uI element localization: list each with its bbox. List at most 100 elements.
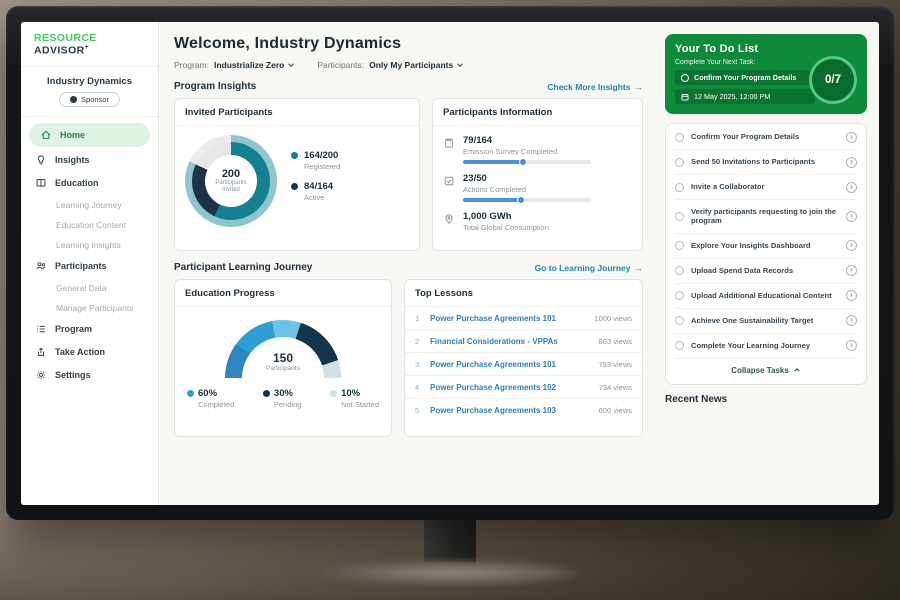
task-row-verify-participants[interactable]: Verify participants requesting to join t…	[675, 200, 857, 234]
not-started-dot-icon	[330, 390, 337, 397]
checkbox-icon[interactable]	[675, 241, 684, 250]
sponsor-badge[interactable]: Sponsor	[59, 92, 120, 107]
sidebar-item-label: Insights	[55, 155, 90, 165]
checkbox-icon[interactable]	[675, 212, 684, 221]
sidebar-item-education[interactable]: Education	[21, 172, 158, 195]
chevron-right-icon[interactable]: ›	[846, 157, 857, 168]
main-content: Welcome, Industry Dynamics Program: Indu…	[159, 22, 655, 505]
lesson-link[interactable]: Power Purchase Agreements 102	[430, 383, 592, 392]
sidebar-item-label: Learning Insights	[56, 240, 121, 250]
sidebar-item-education-content[interactable]: Education Content	[21, 215, 158, 235]
participants-filter-select[interactable]: Only My Participants	[369, 60, 464, 70]
sidebar-item-label: Program	[55, 324, 92, 334]
home-icon	[40, 129, 52, 141]
checkbox-icon[interactable]	[675, 158, 684, 167]
chevron-right-icon[interactable]: ›	[846, 240, 857, 251]
todo-title: Your To Do List	[675, 43, 857, 55]
checkbox-icon[interactable]	[681, 74, 689, 82]
learning-journey-head: Participant Learning Journey Go to Learn…	[174, 262, 643, 273]
sidebar-nav: Home Insights Education Learning Journey	[21, 123, 158, 387]
sidebar-item-learning-journey[interactable]: Learning Journey	[21, 195, 158, 215]
participants-information-title: Participants Information	[433, 99, 642, 126]
go-to-learning-journey-link[interactable]: Go to Learning Journey →	[535, 263, 643, 273]
list-icon	[35, 323, 47, 335]
collapse-tasks-button[interactable]: Collapse Tasks	[675, 359, 857, 383]
invited-legend: 164/200 Registered 84/164 Active	[291, 150, 340, 212]
task-row-invite-collaborator[interactable]: Invite a Collaborator ›	[675, 175, 857, 200]
chevron-right-icon[interactable]: ›	[846, 132, 857, 143]
checkbox-icon[interactable]	[675, 291, 684, 300]
chevron-right-icon[interactable]: ›	[846, 290, 857, 301]
chevron-right-icon[interactable]: ›	[846, 265, 857, 276]
education-progress-card: Education Progress 150 Participants	[174, 279, 392, 437]
checkbox-icon[interactable]	[675, 341, 684, 350]
invited-participants-title: Invited Participants	[175, 99, 419, 126]
registered-dot-icon	[291, 152, 298, 159]
top-lessons-card: Top Lessons 1 Power Purchase Agreements …	[404, 279, 643, 437]
scene-background: RESOURCE ADVISOR+ Industry Dynamics Spon…	[0, 0, 900, 600]
checkbox-icon[interactable]	[675, 183, 684, 192]
org-name: Industry Dynamics	[21, 76, 158, 87]
invited-center-label: Participants Invited	[211, 180, 251, 195]
org-section: Industry Dynamics Sponsor	[21, 67, 158, 117]
task-row-complete-learning-journey[interactable]: Complete Your Learning Journey ›	[675, 334, 857, 359]
sidebar-item-settings[interactable]: Settings	[21, 364, 158, 387]
program-filter-label: Program:	[174, 60, 209, 70]
checkbox-icon[interactable]	[675, 266, 684, 275]
lesson-link[interactable]: Power Purchase Agreements 101	[430, 360, 592, 369]
lesson-link[interactable]: Power Purchase Agreements 101	[430, 314, 587, 323]
program-filter-select[interactable]: Industrialize Zero	[214, 60, 295, 70]
sidebar-item-general-data[interactable]: General Data	[21, 278, 158, 298]
todo-next-date: 12 May 2025, 12:00 PM	[675, 89, 815, 104]
task-row-upload-educational-content[interactable]: Upload Additional Educational Content ›	[675, 284, 857, 309]
sidebar-item-take-action[interactable]: Take Action	[21, 341, 158, 364]
monitor-stand-base	[320, 560, 580, 586]
lesson-link[interactable]: Power Purchase Agreements 103	[430, 406, 592, 415]
sidebar-item-insights[interactable]: Insights	[21, 149, 158, 172]
invited-center-value: 200	[222, 168, 240, 180]
sidebar-item-label: Take Action	[55, 347, 105, 357]
sidebar-item-participants[interactable]: Participants	[21, 255, 158, 278]
sidebar-item-label: Participants	[55, 261, 107, 271]
lesson-link[interactable]: Financial Considerations - VPPAs	[430, 337, 592, 346]
learning-journey-cards: Education Progress 150 Participants	[174, 279, 643, 437]
program-filter-value: Industrialize Zero	[214, 60, 284, 70]
task-row-send-invitations[interactable]: Send 50 Invitations to Participants ›	[675, 150, 857, 175]
participants-filter-value: Only My Participants	[369, 60, 453, 70]
sidebar-item-program[interactable]: Program	[21, 318, 158, 341]
completed-dot-icon	[187, 390, 194, 397]
legend-completed: 60% Completed	[187, 388, 234, 409]
lesson-row: 2 Financial Considerations - VPPAs 803 v…	[405, 330, 642, 353]
education-progress-title: Education Progress	[175, 280, 391, 307]
task-row-achieve-target[interactable]: Achieve One Sustainability Target ›	[675, 309, 857, 334]
program-insights-title: Program Insights	[174, 81, 256, 92]
sidebar-item-learning-insights[interactable]: Learning Insights	[21, 235, 158, 255]
tasks-card: Confirm Your Program Details › Send 50 I…	[665, 123, 867, 385]
checkbox-icon[interactable]	[675, 316, 684, 325]
participants-filter: Participants: Only My Participants	[317, 60, 464, 70]
task-row-upload-spend-data[interactable]: Upload Spend Data Records ›	[675, 259, 857, 284]
gear-icon	[35, 369, 47, 381]
check-more-insights-link[interactable]: Check More Insights →	[547, 82, 643, 92]
chevron-right-icon[interactable]: ›	[846, 182, 857, 193]
check-square-icon	[443, 175, 455, 187]
location-pin-icon	[443, 213, 455, 225]
task-row-explore-insights[interactable]: Explore Your Insights Dashboard ›	[675, 234, 857, 259]
sidebar-item-home[interactable]: Home	[29, 123, 150, 147]
clipboard-icon	[443, 137, 455, 149]
monitor-stand-neck	[424, 518, 476, 570]
education-gauge-legend: 60% Completed 30% Pending	[185, 388, 381, 409]
gauge-center-label: Participants	[266, 365, 300, 372]
sidebar-item-label: Settings	[55, 370, 91, 380]
chevron-right-icon[interactable]: ›	[846, 340, 857, 351]
arrow-right-icon: →	[635, 82, 644, 92]
chevron-right-icon[interactable]: ›	[846, 211, 857, 222]
info-row-emission-survey: 79/164 Emission Survey Completed	[443, 135, 632, 164]
task-row-confirm-details[interactable]: Confirm Your Program Details ›	[675, 125, 857, 150]
sidebar-item-label: Home	[60, 130, 85, 140]
chevron-right-icon[interactable]: ›	[846, 315, 857, 326]
checkbox-icon[interactable]	[675, 133, 684, 142]
sidebar-item-manage-participants[interactable]: Manage Participants	[21, 298, 158, 318]
participants-information-card: Participants Information 79/164 Emission…	[432, 98, 643, 251]
todo-next-task[interactable]: Confirm Your Program Details	[675, 70, 815, 85]
